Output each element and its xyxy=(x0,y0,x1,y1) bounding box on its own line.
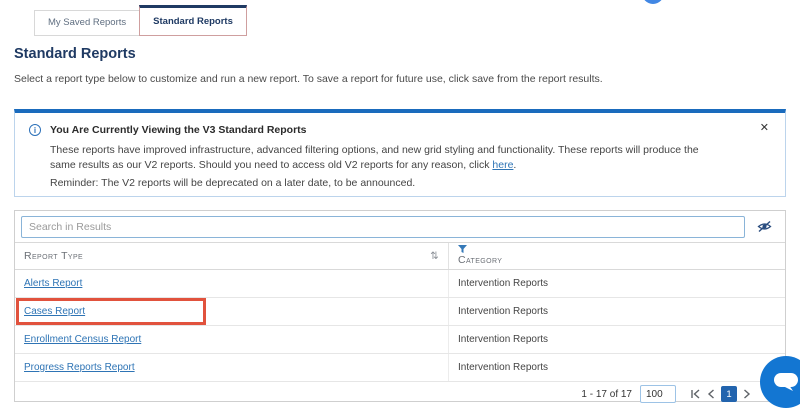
grid-search-row xyxy=(15,211,785,242)
column-header-category[interactable]: Category xyxy=(449,243,785,269)
category-cell: Intervention Reports xyxy=(458,306,549,317)
report-link[interactable]: Alerts Report xyxy=(24,278,82,289)
search-input[interactable] xyxy=(21,215,745,238)
table-row: Progress Reports Report Intervention Repo… xyxy=(15,354,785,382)
report-type-cell: Alerts Report xyxy=(15,270,449,297)
report-type-cell: Cases Report xyxy=(15,298,449,325)
report-type-cell: Progress Reports Report xyxy=(15,354,449,381)
table-row: Cases Report Intervention Reports xyxy=(15,298,785,326)
page-size-input[interactable] xyxy=(640,385,676,403)
category-header-label: Category xyxy=(458,254,503,266)
banner-close-icon[interactable]: ✕ xyxy=(760,123,769,134)
report-link[interactable]: Cases Report xyxy=(24,306,85,317)
pagination-range: 1 - 17 of 17 xyxy=(581,388,632,400)
tab-standard-reports[interactable]: Standard Reports xyxy=(139,5,247,36)
report-type-header-label: Report Type xyxy=(24,250,84,262)
table-row: Alerts Report Intervention Reports xyxy=(15,270,785,298)
info-icon: i xyxy=(29,124,41,136)
pagination-bar: 1 - 17 of 17 1 xyxy=(15,382,785,406)
v3-info-banner: i You Are Currently Viewing the V3 Stand… xyxy=(14,109,786,197)
report-link[interactable]: Enrollment Census Report xyxy=(24,334,141,345)
category-cell: Intervention Reports xyxy=(458,362,549,373)
category-cell: Intervention Reports xyxy=(458,278,549,289)
banner-reminder: Reminder: The V2 reports will be depreca… xyxy=(50,177,416,189)
next-page-icon[interactable] xyxy=(743,389,751,399)
top-edge-notification-dot xyxy=(642,0,664,4)
reports-grid: Report Type ⇅ Category Alerts Report Inte… xyxy=(14,210,786,403)
reports-tab-bar: My Saved Reports Standard Reports xyxy=(34,5,247,36)
banner-here-link[interactable]: here xyxy=(492,159,513,171)
banner-body: These reports have improved infrastructu… xyxy=(50,143,725,173)
chat-bubble-icon xyxy=(774,373,798,391)
current-page-button[interactable]: 1 xyxy=(721,386,737,402)
eye-slash-icon[interactable] xyxy=(757,220,772,233)
banner-body-end: . xyxy=(513,159,517,172)
sort-icon[interactable]: ⇅ xyxy=(430,251,439,262)
table-body: Alerts Report Intervention Reports Cases R… xyxy=(15,270,785,382)
page-subtitle: Select a report type below to customize … xyxy=(14,73,603,85)
first-page-icon[interactable] xyxy=(690,389,701,399)
column-header-report-type[interactable]: Report Type ⇅ xyxy=(15,243,449,269)
banner-title: You Are Currently Viewing the V3 Standar… xyxy=(50,124,307,136)
report-type-cell: Enrollment Census Report xyxy=(15,326,449,353)
page-title: Standard Reports xyxy=(14,46,136,62)
report-link[interactable]: Progress Reports Report xyxy=(24,362,135,373)
tab-my-saved-reports[interactable]: My Saved Reports xyxy=(34,10,140,36)
filter-icon[interactable] xyxy=(458,245,467,255)
category-cell: Intervention Reports xyxy=(458,334,549,345)
table-row: Enrollment Census Report Intervention Rep… xyxy=(15,326,785,354)
banner-body-start: These reports have improved infrastructu… xyxy=(50,144,699,172)
previous-page-icon[interactable] xyxy=(707,389,715,399)
table-header-row: Report Type ⇅ Category xyxy=(15,242,785,270)
